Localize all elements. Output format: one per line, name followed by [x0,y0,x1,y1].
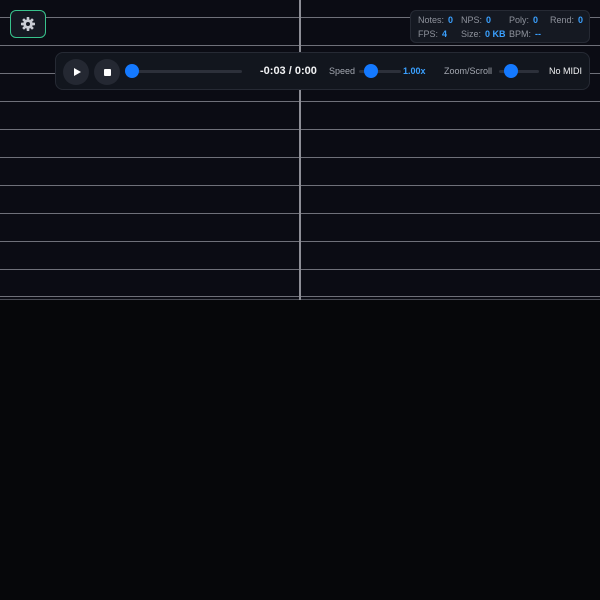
time-readout: -0:03 / 0:00 [260,65,317,77]
playhead-line [299,0,301,300]
transport-bar: -0:03 / 0:00 Speed 1.00x Zoom/Scroll No … [55,52,590,90]
gear-icon [20,16,36,32]
zoom-slider-handle[interactable] [504,64,518,78]
stat-label: NPS: [461,15,483,25]
stats-panel: Notes: 0 NPS: 0 Poly: 0 Rend: 0 FPS: 4 Size: 0… [410,10,590,43]
stat-value: 0 [578,15,584,25]
stat-value: 0 KB [485,29,506,39]
stat-notes: Notes: 0 [418,15,453,25]
stat-label: Rend: [550,15,575,25]
stat-value: -- [535,29,542,39]
play-button[interactable] [63,59,89,85]
speed-value: 1.00x [403,66,426,76]
stop-icon [103,68,111,76]
stat-value: 4 [442,29,448,39]
stat-size: Size: 0 KB [461,29,506,39]
seek-slider-handle[interactable] [125,64,139,78]
stat-fps: FPS: 4 [418,29,447,39]
stat-label: FPS: [418,29,439,39]
stat-nps: NPS: 0 [461,15,491,25]
stat-label: BPM: [509,29,532,39]
app-root: Notes: 0 NPS: 0 Poly: 0 Rend: 0 FPS: 4 Size: 0… [0,0,600,600]
zoom-scroll-label: Zoom/Scroll [444,66,493,76]
stat-value: 0 [486,15,492,25]
seek-slider-track[interactable] [132,70,242,73]
stat-rend: Rend: 0 [550,15,583,25]
stat-label: Size: [461,29,482,39]
speed-slider-handle[interactable] [364,64,378,78]
midi-status: No MIDI [549,66,583,76]
play-icon [73,68,81,76]
settings-button[interactable] [10,10,46,38]
stat-label: Notes: [418,15,445,25]
stop-button[interactable] [94,59,120,85]
speed-label: Speed [329,66,356,76]
stat-poly: Poly: 0 [509,15,538,25]
piano-roll[interactable] [0,0,600,300]
stat-value: 0 [533,15,539,25]
stat-bpm: BPM: -- [509,29,541,39]
stat-value: 0 [448,15,454,25]
stat-label: Poly: [509,15,530,25]
